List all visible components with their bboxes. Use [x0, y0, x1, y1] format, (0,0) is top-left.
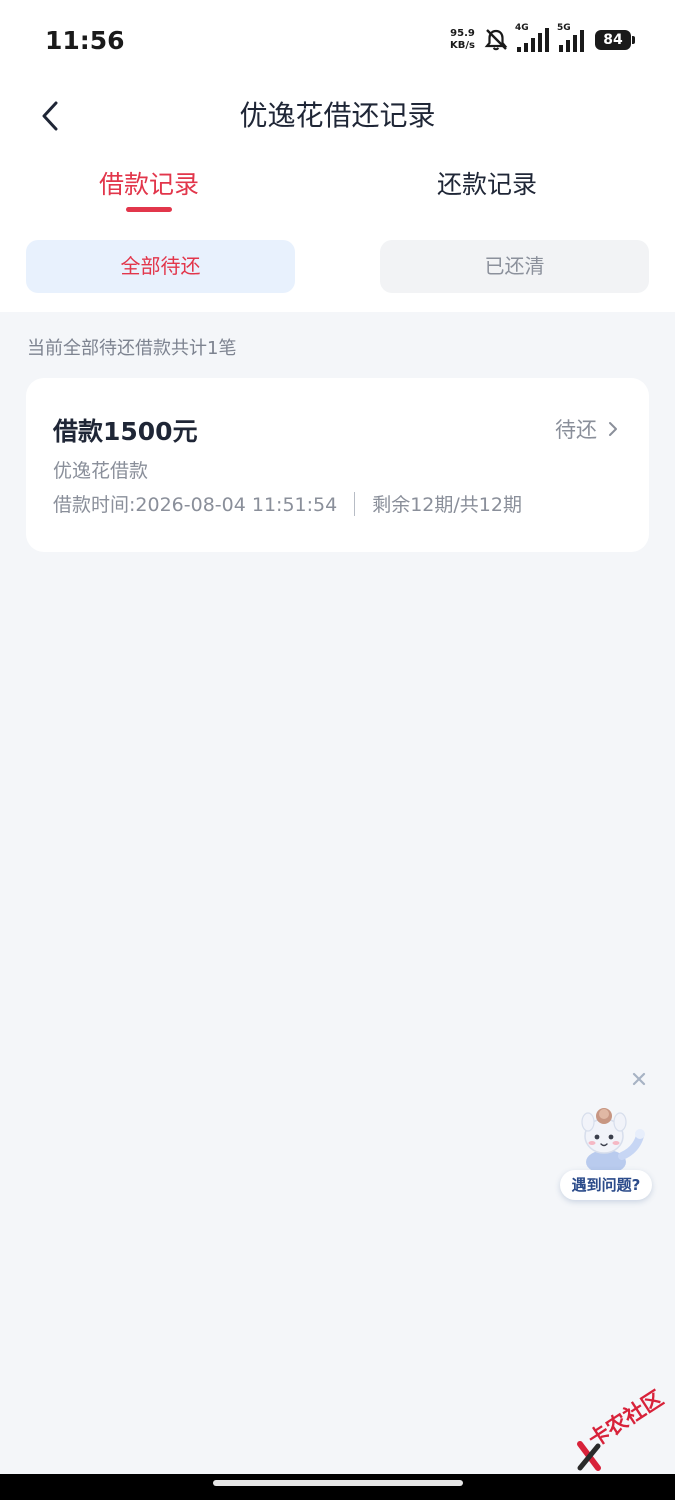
close-icon[interactable] [628, 1068, 650, 1090]
loan-meta: 借款时间:2026-08-04 11:51:54 剩余12期/共12期 [53, 490, 522, 517]
filter-all-pending[interactable]: 全部待还 [26, 240, 295, 293]
status-bar: 11:56 95.9 KB/s 4G 5G 84 [0, 0, 675, 80]
watermark-text: 卡农社区 [584, 1386, 668, 1452]
net-speed: 95.9 KB/s [450, 28, 475, 52]
status-time: 11:56 [45, 26, 125, 55]
home-indicator[interactable] [213, 1480, 463, 1486]
signal-4g-label: 4G [515, 23, 529, 33]
watermark: 卡农社区 [572, 1386, 672, 1476]
header: 优逸花借还记录 借款记录 还款记录 全部待还 已还清 [0, 80, 675, 312]
loan-product: 优逸花借款 [53, 460, 149, 482]
meta-divider [354, 491, 356, 516]
net-speed-unit: KB/s [450, 40, 475, 51]
status-indicators: 95.9 KB/s 4G 5G 84 [450, 23, 635, 56]
filter-cleared[interactable]: 已还清 [380, 240, 649, 293]
loan-card[interactable]: 借款1500元 待还 优逸花借款 借款时间:2026-08-04 11:51:5… [26, 378, 649, 552]
signal-5g: 5G [557, 23, 587, 53]
battery-indicator: 84 [595, 30, 635, 50]
mascot-icon [581, 1108, 645, 1174]
loan-time: 借款时间:2026-08-04 11:51:54 [53, 494, 338, 516]
page: 11:56 95.9 KB/s 4G 5G 84 优逸花借还记录 借款记录 还款… [0, 0, 675, 1500]
loan-status-label: 待还 [555, 418, 597, 442]
loan-periods: 剩余12期/共12期 [372, 494, 522, 516]
signal-5g-label: 5G [557, 23, 571, 33]
tab-bar: 借款记录 还款记录 [0, 160, 675, 220]
help-widget[interactable]: 遇到问题? [560, 1106, 652, 1200]
bell-off-icon [483, 28, 509, 52]
system-nav-bar [0, 1474, 675, 1500]
net-speed-value: 95.9 [450, 28, 475, 39]
summary-text: 当前全部待还借款共计1笔 [27, 338, 237, 359]
loan-status[interactable]: 待还 [555, 414, 619, 444]
page-title: 优逸花借还记录 [239, 99, 436, 132]
chevron-right-icon [607, 420, 619, 438]
signal-4g: 4G [515, 23, 549, 53]
tab-active-indicator [126, 207, 172, 212]
help-label: 遇到问题? [560, 1170, 652, 1200]
tab-repay-records[interactable]: 还款记录 [412, 160, 562, 216]
loan-amount: 借款1500元 [53, 417, 198, 446]
